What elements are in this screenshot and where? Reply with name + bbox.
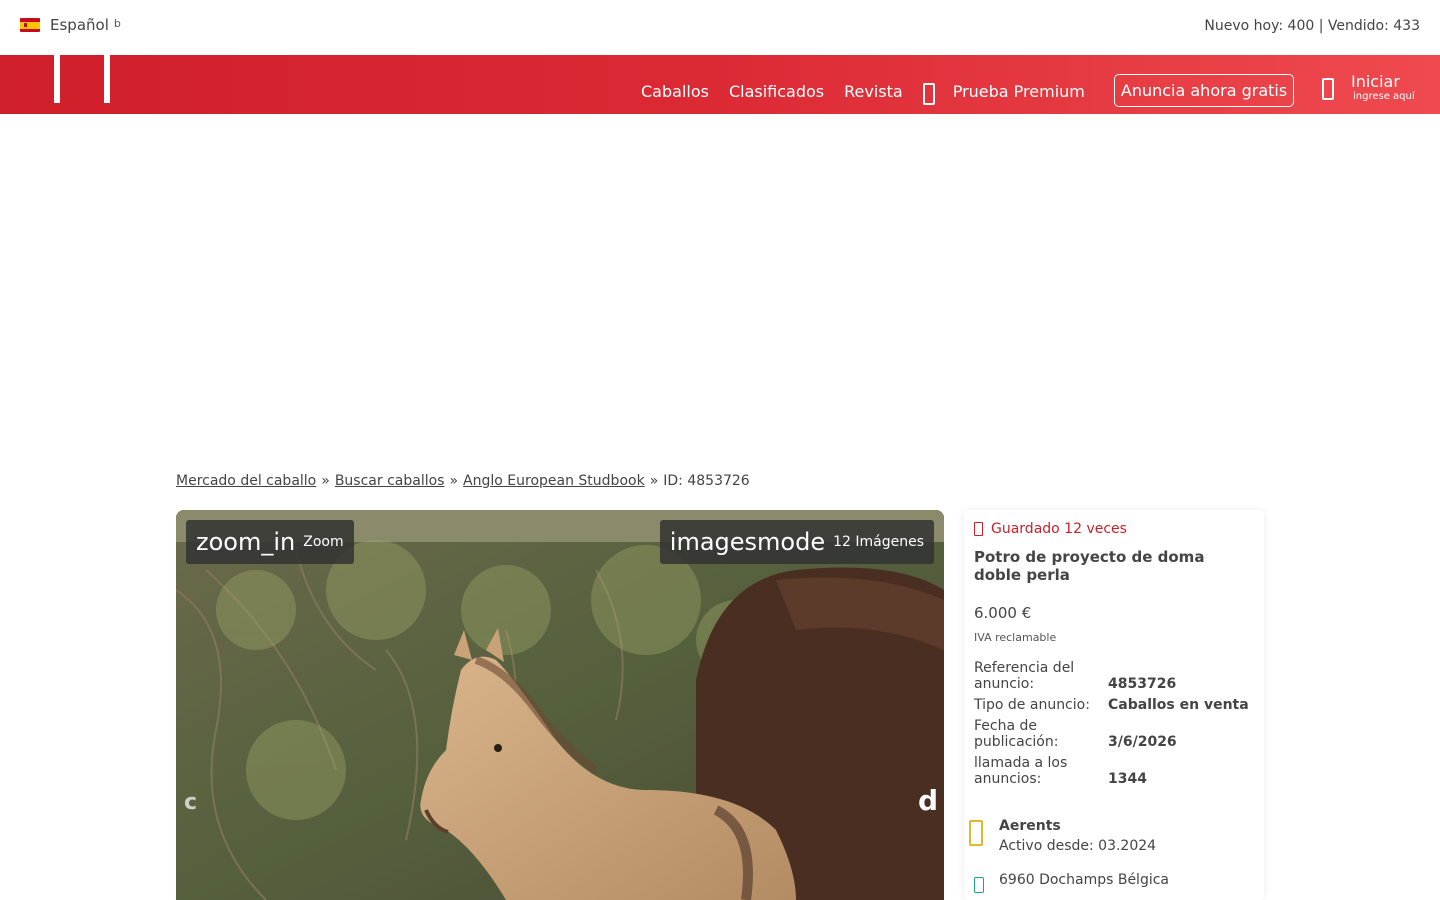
listing-price: 6.000 € <box>974 604 1032 622</box>
bookmark-icon <box>974 522 983 536</box>
seller-active-since: Activo desde: 03.2024 <box>999 838 1157 854</box>
top-utility-bar: Español b Nuevo hoy: 400 | Vendido: 433 <box>0 0 1440 55</box>
breadcrumb-current: ID: 4853726 <box>663 473 750 489</box>
user-icon <box>1322 78 1334 100</box>
seller-name: Aerents <box>999 818 1061 834</box>
previous-image-arrow-icon[interactable]: c <box>184 790 197 815</box>
saved-count-label: Guardado 12 veces <box>991 521 1127 537</box>
location-pin-icon <box>974 877 984 893</box>
zoom-in-icon: zoom_in <box>196 528 296 556</box>
next-image-arrow-icon[interactable]: d <box>918 784 938 817</box>
main-navbar: Caballos Clasificados Revista Prueba Pre… <box>0 55 1440 114</box>
login-sublabel: ingrese aquí <box>1353 91 1415 102</box>
spec-label: llamada a los anuncios: <box>974 755 1068 787</box>
spec-row: Fecha de publicación: 3/6/2026 <box>974 718 1259 750</box>
images-mode-icon: imagesmode <box>669 528 826 556</box>
listing-title: Potro de proyecto de doma doble perla <box>974 548 1205 584</box>
breadcrumb-separator: » <box>649 473 659 489</box>
listing-info-card: Guardado 12 veces Potro de proyecto de d… <box>964 510 1264 900</box>
zoom-label: Zoom <box>303 534 344 550</box>
language-selector[interactable]: Español b <box>20 16 121 34</box>
spec-value: 3/6/2026 <box>1108 734 1177 750</box>
nav-link-premium[interactable]: Prueba Premium <box>953 82 1085 101</box>
breadcrumb-link-market[interactable]: Mercado del caballo <box>176 473 316 489</box>
login-label: Iniciar <box>1351 72 1400 91</box>
spec-label: Referencia del anuncio: <box>974 660 1075 692</box>
nav-link-revista[interactable]: Revista <box>844 82 903 101</box>
post-ad-button[interactable]: Anuncia ahora gratis <box>1113 74 1295 107</box>
location-label: 6960 Dochamps Bélgica <box>999 872 1170 888</box>
spec-row: llamada a los anuncios: 1344 <box>974 755 1259 787</box>
zoom-button[interactable]: zoom_in Zoom <box>186 520 354 564</box>
spec-label: Fecha de publicación: <box>974 718 1059 750</box>
breadcrumb-separator: » <box>449 473 459 489</box>
seller-badge-icon <box>969 820 983 846</box>
spec-value: 1344 <box>1108 771 1147 787</box>
vat-note: IVA reclamable <box>974 631 1057 644</box>
spec-value: Caballos en venta <box>1108 697 1249 713</box>
breadcrumb-separator: » <box>321 473 330 489</box>
nav-link-caballos[interactable]: Caballos <box>641 82 709 101</box>
image-count-label: 12 Imágenes <box>833 534 924 550</box>
breadcrumb-link-search[interactable]: Buscar caballos <box>335 473 445 489</box>
language-caret-icon: b <box>113 16 121 30</box>
spec-label: Tipo de anuncio: <box>974 697 1090 713</box>
spec-row: Tipo de anuncio: Caballos en venta <box>974 697 1259 713</box>
photo-gallery[interactable]: zoom_in Zoom imagesmode 12 Imágenes c d <box>176 510 944 900</box>
horse-photo[interactable] <box>176 510 944 900</box>
language-label: Español <box>50 16 109 34</box>
nav-links: Caballos Clasificados Revista Prueba Pre… <box>641 74 1295 108</box>
spec-value: 4853726 <box>1108 676 1177 692</box>
listing-specs: Referencia del anuncio: 4853726 Tipo de … <box>974 660 1259 792</box>
breadcrumb: Mercado del caballo» Buscar caballos» Angl… <box>176 473 750 489</box>
daily-stats: Nuevo hoy: 400 | Vendido: 433 <box>1204 18 1420 34</box>
premium-icon <box>922 82 935 105</box>
login-button[interactable]: Iniciar ingrese aquí <box>1322 72 1415 102</box>
spain-flag-icon <box>20 18 40 32</box>
seller-info[interactable]: Aerents Activo desde: 03.2024 <box>969 816 1156 856</box>
breadcrumb-link-studbook[interactable]: Anglo European Studbook <box>463 473 645 489</box>
saved-count[interactable]: Guardado 12 veces <box>974 521 1127 537</box>
listing-location: 6960 Dochamps Bélgica <box>974 872 1169 893</box>
image-count-button[interactable]: imagesmode 12 Imágenes <box>659 520 934 564</box>
site-logo[interactable] <box>54 55 110 103</box>
spec-row: Referencia del anuncio: 4853726 <box>974 660 1259 692</box>
nav-link-clasificados[interactable]: Clasificados <box>729 82 824 101</box>
